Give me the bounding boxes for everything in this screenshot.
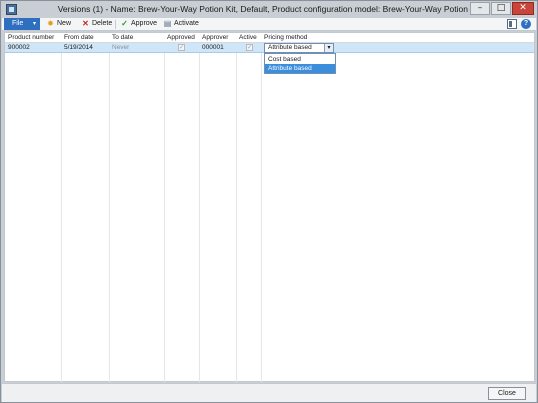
active-checkbox[interactable]: ✓ — [246, 44, 253, 51]
layout-icon[interactable] — [507, 19, 517, 29]
delete-x-icon: ✕ — [82, 19, 89, 28]
column-header-pricing-method[interactable]: Pricing method — [261, 33, 307, 43]
close-window-button[interactable]: ✕ — [512, 2, 534, 15]
chevron-down-icon: ▾ — [32, 21, 36, 27]
minimize-button[interactable]: – — [470, 2, 490, 15]
file-menu-button[interactable]: File ▾ — [4, 18, 40, 30]
file-menu-label: File — [12, 20, 24, 27]
to-date-cell[interactable]: Never — [109, 43, 129, 52]
chevron-down-icon[interactable]: ▾ — [324, 44, 333, 52]
window-title: Versions (1) - Name: Brew-Your-Way Potio… — [57, 4, 481, 14]
activate-button[interactable]: ▤ Activate — [163, 18, 199, 30]
column-divider — [164, 33, 165, 382]
delete-button[interactable]: ✕ Delete — [81, 18, 112, 30]
close-button[interactable]: Close — [488, 387, 526, 400]
pricing-method-dropdown-list: Cost based Attribute based — [264, 53, 336, 74]
help-icon[interactable]: ? — [521, 19, 531, 29]
approve-label: Approve — [131, 20, 158, 27]
column-divider — [61, 33, 62, 382]
grid-header: Product number From date To date Approve… — [5, 33, 534, 43]
title-bar[interactable]: Versions (1) - Name: Brew-Your-Way Potio… — [1, 1, 537, 18]
versions-grid: Product number From date To date Approve… — [4, 32, 535, 382]
column-header-to-date[interactable]: To date — [109, 33, 133, 43]
column-divider — [261, 33, 262, 382]
pricing-method-value: Attribute based — [268, 44, 312, 51]
column-header-approver[interactable]: Approver — [199, 33, 228, 43]
product-number-cell[interactable]: 900002 — [5, 43, 30, 52]
delete-label: Delete — [92, 20, 113, 27]
column-header-approved[interactable]: Approved — [164, 33, 195, 43]
new-button[interactable]: ✸ New — [46, 18, 71, 30]
column-header-active[interactable]: Active — [236, 33, 257, 43]
approve-button[interactable]: ✓ Approve — [120, 18, 157, 30]
option-cost-based[interactable]: Cost based — [265, 55, 335, 64]
activate-icon: ▤ — [163, 19, 172, 28]
pricing-method-select[interactable]: Attribute based ▾ — [264, 43, 334, 53]
maximize-button[interactable]: □ — [491, 2, 511, 15]
approved-checkbox[interactable]: ✓ — [178, 44, 185, 51]
versions-window: Versions (1) - Name: Brew-Your-Way Potio… — [0, 0, 538, 403]
from-date-cell[interactable]: 5/19/2014 — [61, 43, 93, 52]
column-header-from-date[interactable]: From date — [61, 33, 94, 43]
new-star-icon: ✸ — [47, 19, 54, 28]
column-header-product-number[interactable]: Product number — [5, 33, 54, 43]
option-attribute-based[interactable]: Attribute based — [265, 64, 335, 73]
activate-label: Activate — [174, 20, 199, 27]
footer-bar: Close — [2, 383, 536, 402]
new-label: New — [57, 20, 72, 27]
column-divider — [109, 33, 110, 382]
approver-cell[interactable]: 000001 — [199, 43, 224, 52]
column-divider — [199, 33, 200, 382]
action-pane: File ▾ ✸ New ✕ Delete ✓ Approve ▤ Activate ? — [2, 18, 536, 31]
checkmark-icon: ✓ — [121, 19, 128, 28]
toolbar-divider — [115, 20, 116, 29]
column-divider — [236, 33, 237, 382]
